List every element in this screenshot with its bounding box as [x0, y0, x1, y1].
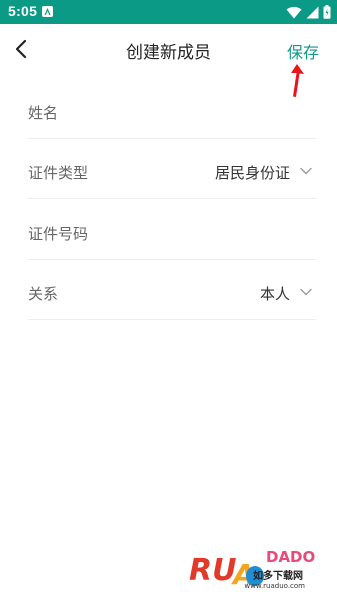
row-value[interactable]: 本人	[260, 283, 290, 304]
watermark-cn: 如多下载网	[253, 571, 303, 582]
status-bar: 5:05	[0, 0, 337, 24]
status-time: 5:05	[8, 3, 38, 19]
name-field[interactable]: 姓名	[28, 84, 316, 139]
watermark-url: www.ruaduo.com	[244, 582, 305, 590]
svg-text:RU: RU	[189, 553, 236, 588]
wifi-icon	[286, 6, 302, 19]
svg-text:DADO: DADO	[266, 548, 315, 566]
row-value[interactable]: 居民身份证	[215, 162, 290, 183]
watermark-logo: RU A DADO 如多下载网 www.ruaduo.com	[189, 540, 329, 592]
battery-icon	[323, 5, 331, 19]
save-button[interactable]: 保存	[287, 39, 319, 63]
id-number-field[interactable]: 证件号码	[28, 205, 316, 260]
status-icons	[286, 5, 331, 19]
app-notification-icon	[42, 6, 53, 17]
row-label: 证件类型	[28, 164, 89, 182]
row-label: 证件号码	[28, 225, 89, 243]
chevron-down-icon[interactable]	[300, 288, 312, 296]
chevron-down-icon[interactable]	[300, 167, 312, 175]
row-label: 姓名	[28, 104, 59, 122]
relationship-select[interactable]: 关系 本人	[28, 265, 316, 320]
signal-icon	[306, 6, 319, 18]
row-label: 关系	[28, 285, 59, 303]
id-type-select[interactable]: 证件类型 居民身份证	[28, 144, 316, 199]
